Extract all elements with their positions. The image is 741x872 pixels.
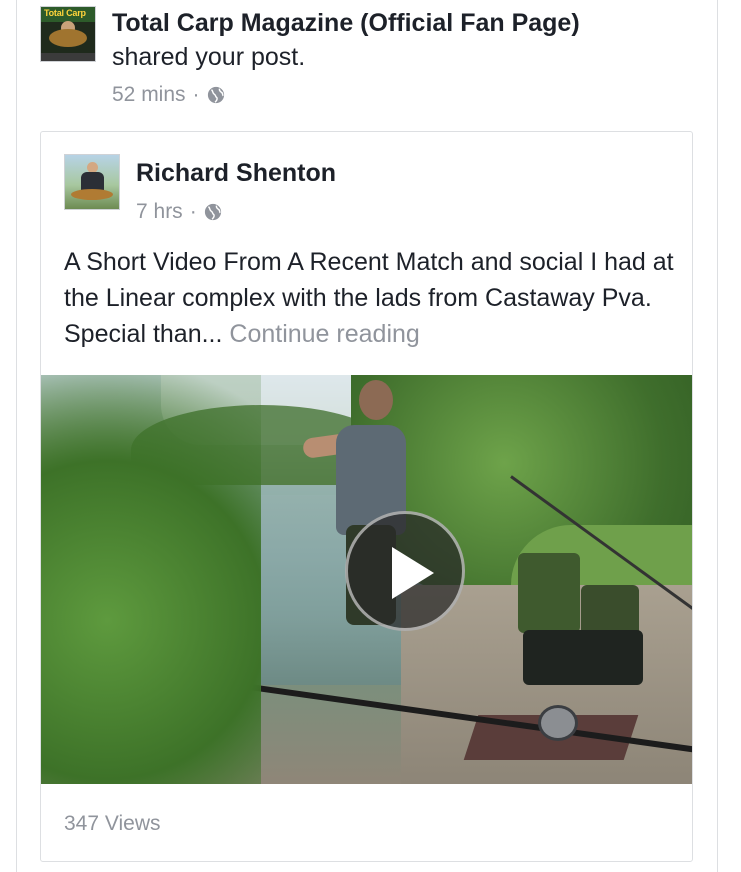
play-button[interactable] <box>345 511 465 631</box>
video-bucket <box>518 553 580 633</box>
globe-icon[interactable] <box>207 86 225 104</box>
avatar-fish <box>71 189 113 200</box>
magazine-cover-title: Total Carp <box>44 8 86 18</box>
magazine-cover-fish <box>49 29 87 47</box>
author-avatar[interactable] <box>64 154 120 210</box>
original-post-card: Richard Shenton 7 hrs · A Short Video Fr… <box>40 131 693 862</box>
post-timestamp[interactable]: 7 hrs <box>136 199 183 225</box>
video-foreground-plants <box>41 375 261 784</box>
video-player[interactable] <box>41 375 692 784</box>
author-name-link[interactable]: Richard Shenton <box>136 158 336 189</box>
continue-reading-link[interactable]: Continue reading <box>229 320 419 348</box>
globe-icon[interactable] <box>204 203 222 221</box>
magazine-cover-footer <box>41 53 95 61</box>
post-body: A Short Video From A Recent Match and so… <box>64 244 674 352</box>
page-avatar[interactable]: Total Carp <box>40 6 96 62</box>
share-action-text: shared your post. <box>112 43 306 71</box>
share-timestamp[interactable]: 52 mins <box>112 82 186 108</box>
post-meta: 7 hrs · <box>136 199 222 225</box>
meta-separator: · <box>189 200 197 223</box>
view-count: 347 Views <box>64 812 161 835</box>
share-meta: 52 mins · <box>112 82 225 108</box>
video-reel <box>538 705 578 741</box>
play-icon <box>392 547 434 599</box>
video-person-head <box>359 380 393 420</box>
video-tackle-box <box>523 630 643 685</box>
meta-separator: · <box>192 83 200 106</box>
page-name-link[interactable]: Total Carp Magazine (Official Fan Page) <box>112 8 692 39</box>
